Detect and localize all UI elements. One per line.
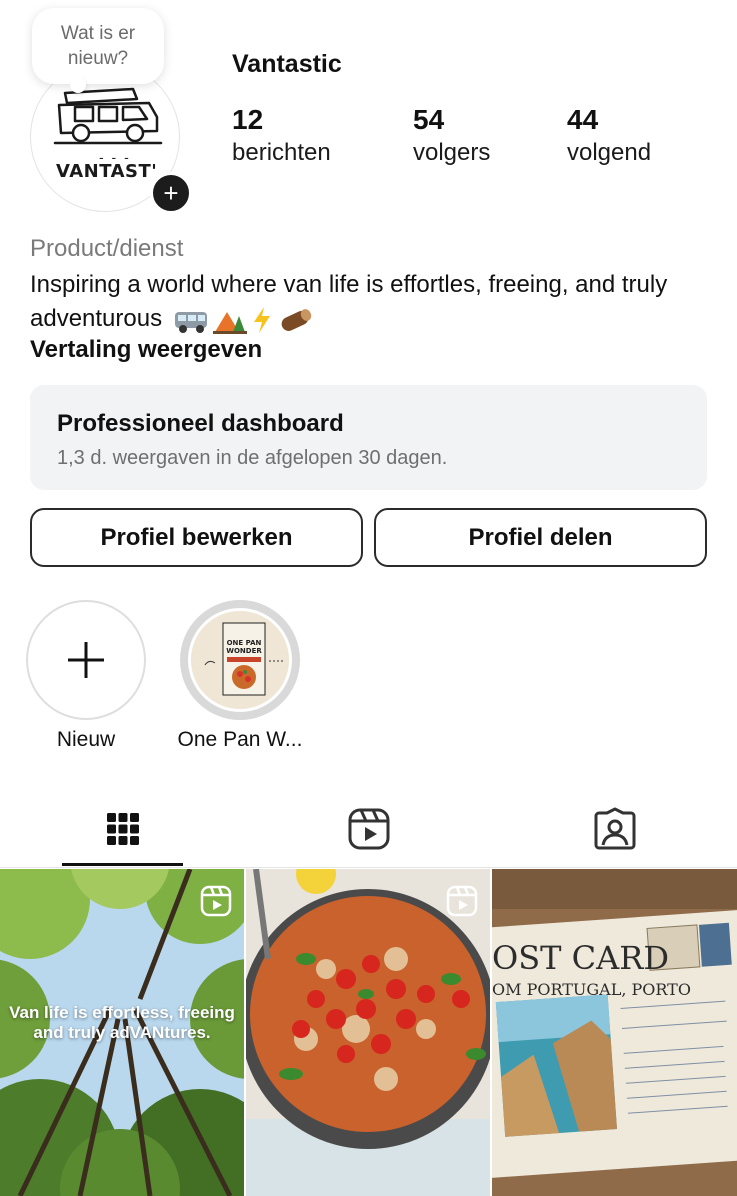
profile-tabs (0, 790, 737, 868)
post-1-overlay-text: Van life is effortless, freeing and trul… (9, 1003, 235, 1042)
svg-text:OM PORTUGAL, PORTO: OM PORTUGAL, PORTO (492, 980, 691, 999)
reel-badge-icon (200, 885, 232, 922)
plus-icon: + (163, 178, 179, 208)
tagged-icon (594, 807, 635, 850)
highlight-new-ring[interactable] (26, 600, 146, 720)
highlight-one-pan-cover: ONE PAN WONDER (188, 608, 292, 712)
tab-reels[interactable] (246, 790, 491, 868)
avatar-brand-text: VANTAST' (56, 161, 158, 182)
cookbook-cover-image: ONE PAN WONDER (191, 611, 289, 709)
stat-followers[interactable]: 54 volgers (413, 104, 490, 170)
stat-posts[interactable]: 12 berichten (232, 104, 331, 170)
bio-text: Inspiring a world where van life is effo… (30, 271, 668, 332)
grid-icon (106, 813, 139, 845)
dashboard-subtitle: 1,3 d. weergaven in de afgelopen 30 dage… (57, 447, 448, 469)
postcard-image: OST CARD OM PORTUGAL, PORTO (492, 869, 737, 1196)
active-tab-indicator (62, 863, 183, 866)
profile-username: Vantastic (232, 50, 342, 78)
stat-posts-label: berichten (232, 139, 331, 166)
highlight-one-pan[interactable]: ONE PAN WONDER One Pan W... (178, 600, 302, 751)
stat-followers-label: volgers (413, 139, 491, 166)
stat-following-count: 44 (567, 104, 599, 135)
share-profile-button[interactable]: Profiel delen (374, 508, 707, 567)
lightning-emoji-icon (253, 306, 270, 333)
svg-text:WONDER: WONDER (226, 647, 262, 655)
translate-link[interactable]: Vertaling weergeven (30, 336, 262, 364)
stat-following[interactable]: 44 volgend (567, 104, 651, 170)
edit-profile-button[interactable]: Profiel bewerken (30, 508, 363, 567)
posts-grid: Van life is effortless, freeing and trul… (0, 869, 737, 1196)
tab-tagged[interactable] (492, 790, 737, 868)
highlight-one-pan-ring[interactable]: ONE PAN WONDER (180, 600, 300, 720)
stat-following-label: volgend (567, 139, 652, 166)
svg-text:OST CARD: OST CARD (492, 939, 669, 977)
svg-text:ONE PAN: ONE PAN (227, 639, 262, 647)
tab-posts-grid[interactable] (0, 790, 245, 868)
reels-icon (348, 808, 389, 850)
post-thumbnail-2[interactable] (246, 869, 490, 1196)
highlight-new[interactable]: Nieuw (26, 600, 146, 751)
add-story-button[interactable]: + (150, 172, 192, 214)
note-bubble[interactable]: Wat is er nieuw? (32, 8, 164, 93)
highlight-new-label: Nieuw (56, 728, 116, 751)
professional-dashboard[interactable]: Professioneel dashboard 1,3 d. weergaven… (30, 385, 707, 490)
dashboard-title: Professioneel dashboard (57, 410, 344, 437)
stat-posts-count: 12 (232, 104, 264, 135)
bio-emoji-row (173, 306, 313, 334)
profile-bio: Inspiring a world where van life is effo… (30, 268, 720, 336)
stat-followers-count: 54 (413, 104, 445, 135)
camper-van-logo (53, 87, 163, 145)
plus-icon (68, 642, 104, 678)
wood-log-emoji-icon (281, 308, 311, 331)
camping-emoji-icon (212, 311, 247, 334)
post-thumbnail-1[interactable]: Van life is effortless, freeing and trul… (0, 869, 244, 1196)
reel-badge-icon (446, 885, 478, 922)
van-emoji-icon (174, 311, 207, 333)
profile-avatar-container[interactable]: - - - VANTAST' + (30, 62, 192, 214)
highlight-one-pan-label: One Pan W... (177, 728, 303, 751)
profile-category: Product/dienst (30, 235, 184, 262)
post-thumbnail-3[interactable]: OST CARD OM PORTUGAL, PORTO (492, 869, 737, 1196)
